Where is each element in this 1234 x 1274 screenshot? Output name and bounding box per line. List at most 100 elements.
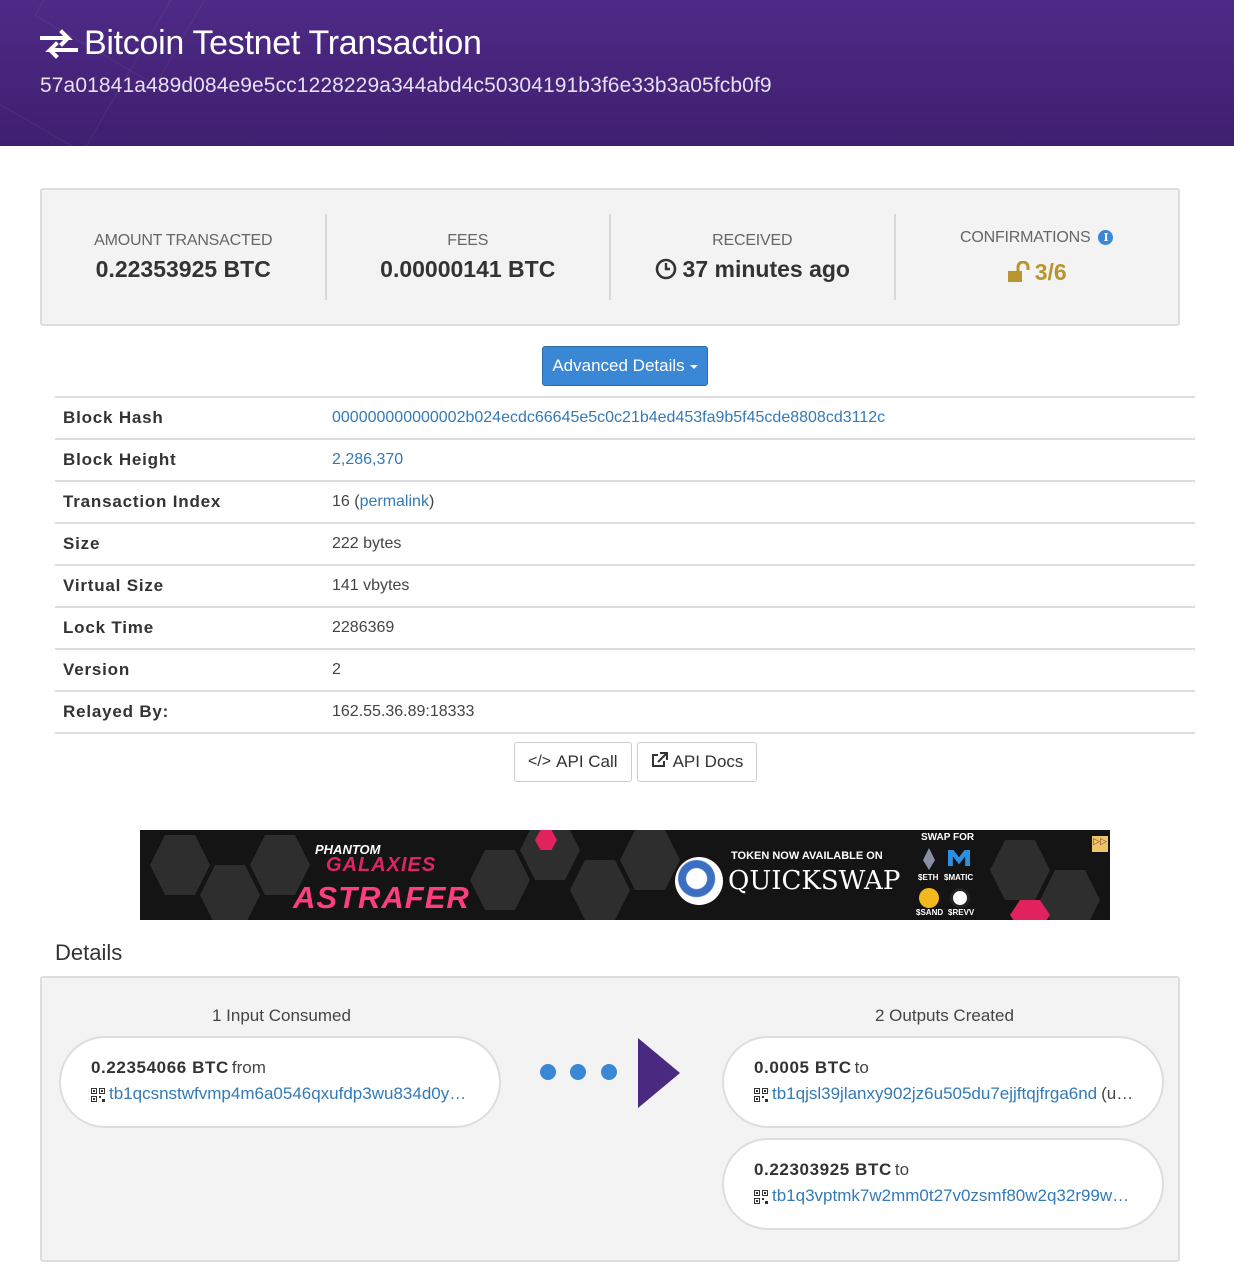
transaction-details-table: Block Hash 000000000000002b024ecdc66645e…: [55, 396, 1195, 734]
output-address-suffix: (un…: [1101, 1084, 1134, 1103]
inputs-title: 1 Input Consumed: [212, 1006, 351, 1025]
received-stat: Received 37 minutes ago: [611, 214, 896, 300]
ad-coin-label: $REVV: [948, 908, 975, 917]
quickswap-logo-icon: [675, 857, 723, 905]
eth-icon: [923, 848, 935, 870]
confirmations-value: 3/6: [1034, 258, 1067, 285]
received-label: Received: [712, 231, 793, 249]
matic-icon: [948, 850, 970, 866]
output-address-row: tb1qjsl39jlanxy902jz6u505du7ejjftqjfrga6…: [754, 1084, 1134, 1104]
ad-hex-decoration: [150, 835, 210, 895]
output-address-link[interactable]: tb1qjsl39jlanxy902jz6u505du7ejjftqjfrga6…: [772, 1084, 1097, 1104]
received-value: 37 minutes ago: [611, 256, 894, 283]
fees-value: 0.00000141 BTC: [380, 255, 556, 282]
relayed-label: Relayed By:: [63, 702, 170, 721]
ad-token-text: TOKEN NOW AVAILABLE ON: [731, 850, 883, 862]
flow-dot: [540, 1064, 556, 1080]
table-row: Relayed By: 162.55.36.89:18333: [55, 691, 1195, 733]
ad-coin-label: $SAND: [916, 908, 944, 917]
locktime-value: 2286369: [332, 619, 395, 636]
qr-code-icon[interactable]: [754, 1189, 768, 1204]
ad-choices-icon[interactable]: ▷▷: [1092, 836, 1108, 852]
input-amount: 0.22354066 BTC: [91, 1058, 229, 1077]
output-direction: to: [894, 1160, 910, 1179]
qr-code-icon[interactable]: [91, 1087, 105, 1102]
advanced-details-label: Advanced Details: [552, 356, 685, 375]
details-heading: Details: [55, 940, 123, 965]
ad-hex-decoration: [620, 830, 680, 890]
api-docs-button[interactable]: API Docs: [636, 742, 758, 782]
fees-label: Fees: [447, 231, 489, 249]
table-row: Size 222 bytes: [55, 523, 1195, 565]
api-button-group: </> API Call API Docs: [514, 742, 758, 782]
clock-icon: [655, 258, 677, 280]
api-docs-label: API Docs: [672, 752, 744, 771]
output-amount-row: 0.0005 BTC to: [754, 1058, 1134, 1078]
api-call-button[interactable]: </> API Call: [514, 742, 632, 782]
ad-exchange-name: QUICKSWAP: [728, 866, 901, 896]
vsize-label: Virtual Size: [63, 576, 164, 595]
amount-label: Amount Transacted: [94, 231, 273, 249]
flow-arrow: [498, 1035, 680, 1109]
ad-hex-decoration: [1040, 870, 1100, 920]
block-height-link[interactable]: 2,286,370: [332, 451, 403, 468]
ad-banner[interactable]: PHANTOM GALAXIES ASTRAFER TOKEN NOW AVAI…: [140, 830, 1110, 920]
table-row: Transaction Index 16 (permalink): [55, 481, 1195, 523]
flow-dot: [601, 1064, 617, 1080]
version-label: Version: [63, 660, 131, 679]
block-height-label: Block Height: [63, 450, 177, 469]
confirmations-label: Confirmations: [960, 228, 1091, 246]
output-item: 0.22303925 BTC to tb1q3vptmk7w2mm0t27v0zs…: [722, 1138, 1164, 1230]
output-address-link[interactable]: tb1q3vptmk7w2mm0t27v0zsmf80w2q32r99wr…: [772, 1186, 1134, 1206]
page-header: Bitcoin Testnet Transaction 57a01841a489…: [0, 0, 1234, 146]
amount-value: 0.22353925 BTC: [95, 255, 271, 282]
block-hash-label: Block Hash: [63, 408, 164, 427]
ad-hex-decoration: [470, 850, 530, 910]
arrow-right-icon: [638, 1038, 680, 1108]
ad-brand-mid: GALAXIES: [326, 854, 437, 876]
input-address-row: tb1qcsnstwfvmp4m6a0546qxufdp3wu834d0y…: [91, 1084, 471, 1104]
ad-brand-main: ASTRAFER: [293, 880, 470, 915]
amount-stat: Amount Transacted 0.22353925 BTC: [42, 214, 327, 300]
info-icon[interactable]: i: [1098, 229, 1114, 245]
table-row: Virtual Size 141 vbytes: [55, 565, 1195, 607]
flow-dot: [570, 1064, 586, 1080]
page-title: Bitcoin Testnet Transaction: [40, 24, 482, 63]
confirmations-label-row: Confirmations i: [896, 229, 1179, 247]
ad-hex-decoration: [990, 840, 1050, 900]
transaction-hash: 57a01841a489d084e9e5cc1228229a344abd4c50…: [40, 74, 772, 97]
tx-index-value: 16: [332, 493, 350, 510]
ad-hex-decoration: [570, 860, 630, 920]
outputs-title: 2 Outputs Created: [875, 1006, 1014, 1025]
output-direction: to: [854, 1058, 869, 1077]
output-amount: 0.22303925 BTC: [754, 1160, 892, 1179]
ad-coin-label: $ETH: [918, 873, 939, 882]
qr-code-icon[interactable]: [754, 1087, 768, 1102]
advanced-details-button[interactable]: Advanced Details: [542, 346, 708, 386]
input-direction: from: [231, 1058, 266, 1077]
tx-index-label: Transaction Index: [63, 492, 222, 511]
revv-icon: [950, 888, 970, 908]
table-row: Block Height 2,286,370: [55, 439, 1195, 481]
ad-hex-decoration: [200, 865, 260, 920]
exchange-icon: [40, 28, 78, 59]
input-amount-row: 0.22354066 BTC from: [91, 1058, 471, 1078]
vsize-value: 141 vbytes: [332, 577, 410, 594]
page-title-text: Bitcoin Testnet Transaction: [84, 24, 482, 62]
ad-coin-label: $MATIC: [944, 873, 974, 882]
block-hash-link[interactable]: 000000000000002b024ecdc66645e5c0c21b4ed4…: [332, 409, 885, 426]
transaction-summary: Amount Transacted 0.22353925 BTC Fees 0.…: [40, 188, 1180, 326]
output-item: 0.0005 BTC to tb1qjsl39jlanxy902jz6u505du…: [722, 1036, 1164, 1128]
received-time: 37 minutes ago: [682, 255, 850, 282]
output-amount: 0.0005 BTC: [754, 1058, 852, 1077]
permalink-link[interactable]: permalink: [360, 493, 429, 510]
code-icon: </>: [528, 753, 552, 770]
version-value: 2: [332, 661, 341, 678]
output-address-row: tb1q3vptmk7w2mm0t27v0zsmf80w2q32r99wr…: [754, 1186, 1134, 1206]
table-row: Version 2: [55, 649, 1195, 691]
confirmations-stat: Confirmations i 3/6: [896, 214, 1179, 300]
input-address-link[interactable]: tb1qcsnstwfvmp4m6a0546qxufdp3wu834d0y…: [109, 1084, 466, 1104]
table-row: Block Hash 000000000000002b024ecdc66645e…: [55, 397, 1195, 439]
external-link-icon: [651, 751, 668, 773]
input-item: 0.22354066 BTC from tb1qcsnstwfvmp4m6a054…: [59, 1036, 501, 1128]
